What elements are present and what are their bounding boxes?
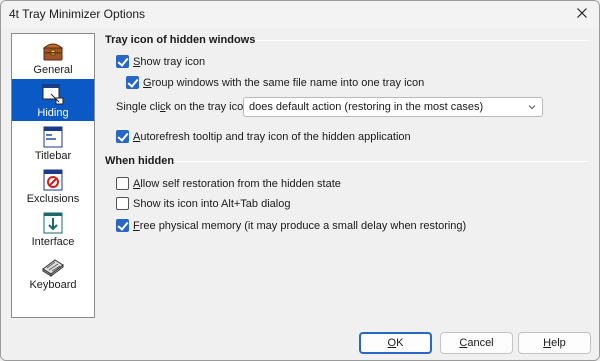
checkbox-label: Autorefresh tooltip and tray icon of the… xyxy=(133,130,411,143)
sidebar-item-general[interactable]: General xyxy=(12,36,94,78)
checkbox-label: Show its icon into Alt+Tab dialog xyxy=(133,197,291,210)
sidebar-item-titlebar[interactable]: Titlebar xyxy=(12,122,94,164)
checkbox-box[interactable] xyxy=(116,197,129,210)
checkbox-box[interactable] xyxy=(116,55,129,68)
checkbox-label: Show tray icon xyxy=(133,55,206,68)
dialog-client: General Hiding Titlebar Exclusions Inter… xyxy=(1,28,599,360)
select-value: does default action (restoring in the mo… xyxy=(249,101,484,113)
free-memory-checkbox[interactable]: Free physical memory (it may produce a s… xyxy=(116,219,466,232)
checkbox-label: Allow self restoration from the hidden s… xyxy=(133,177,341,190)
group-divider xyxy=(173,161,589,162)
close-button[interactable] xyxy=(565,1,599,25)
checkbox-box[interactable] xyxy=(116,219,129,232)
group-divider xyxy=(255,40,589,41)
single-click-action-select[interactable]: does default action (restoring in the mo… xyxy=(243,97,543,117)
checkbox-label: Group windows with the same file name in… xyxy=(143,76,425,89)
window-title: 4t Tray Minimizer Options xyxy=(9,7,146,21)
cancel-button[interactable]: Cancel xyxy=(440,332,513,354)
title-bar[interactable]: 4t Tray Minimizer Options xyxy=(1,1,599,28)
show-alt-tab-checkbox[interactable]: Show its icon into Alt+Tab dialog xyxy=(116,197,290,210)
sidebar-item-exclusions[interactable]: Exclusions xyxy=(12,165,94,207)
checkbox-label: Free physical memory (it may produce a s… xyxy=(133,219,467,232)
category-sidebar: General Hiding Titlebar Exclusions Inter… xyxy=(11,33,95,318)
window-hide-icon xyxy=(42,84,64,105)
keyboard-icon xyxy=(42,259,64,277)
sidebar-item-keyboard[interactable]: Keyboard xyxy=(12,251,94,293)
interface-arrow-icon xyxy=(43,212,63,234)
sidebar-item-label: Exclusions xyxy=(26,193,80,205)
hidden-group-title: When hidden xyxy=(105,155,175,167)
titlebar-icon xyxy=(43,126,63,148)
sidebar-item-label: Hiding xyxy=(37,107,69,119)
sidebar-item-label: General xyxy=(33,64,73,76)
help-button[interactable]: Help xyxy=(518,332,591,354)
treasure-chest-icon xyxy=(42,43,64,61)
single-click-label: Single click on the tray icon: xyxy=(116,101,253,113)
close-icon xyxy=(577,8,587,18)
sidebar-item-label: Titlebar xyxy=(34,150,72,162)
checkbox-box[interactable] xyxy=(116,177,129,190)
show-tray-icon-checkbox[interactable]: Show tray icon xyxy=(116,55,205,68)
sidebar-item-label: Interface xyxy=(31,236,75,248)
tray-group-title: Tray icon of hidden windows xyxy=(105,34,256,46)
autorefresh-checkbox[interactable]: Autorefresh tooltip and tray icon of the… xyxy=(116,130,411,143)
ok-button[interactable]: OK xyxy=(359,332,432,354)
checkbox-box[interactable] xyxy=(116,130,129,143)
sidebar-item-interface[interactable]: Interface xyxy=(12,208,94,250)
chevron-down-icon xyxy=(528,105,536,110)
prohibited-window-icon xyxy=(43,169,63,191)
checkbox-box[interactable] xyxy=(126,76,139,89)
sidebar-item-hiding[interactable]: Hiding xyxy=(12,79,94,121)
options-window: 4t Tray Minimizer Options General Hiding… xyxy=(0,0,600,361)
sidebar-item-label: Keyboard xyxy=(29,279,77,291)
group-windows-checkbox[interactable]: Group windows with the same file name in… xyxy=(126,76,424,89)
allow-self-restoration-checkbox[interactable]: Allow self restoration from the hidden s… xyxy=(116,177,341,190)
